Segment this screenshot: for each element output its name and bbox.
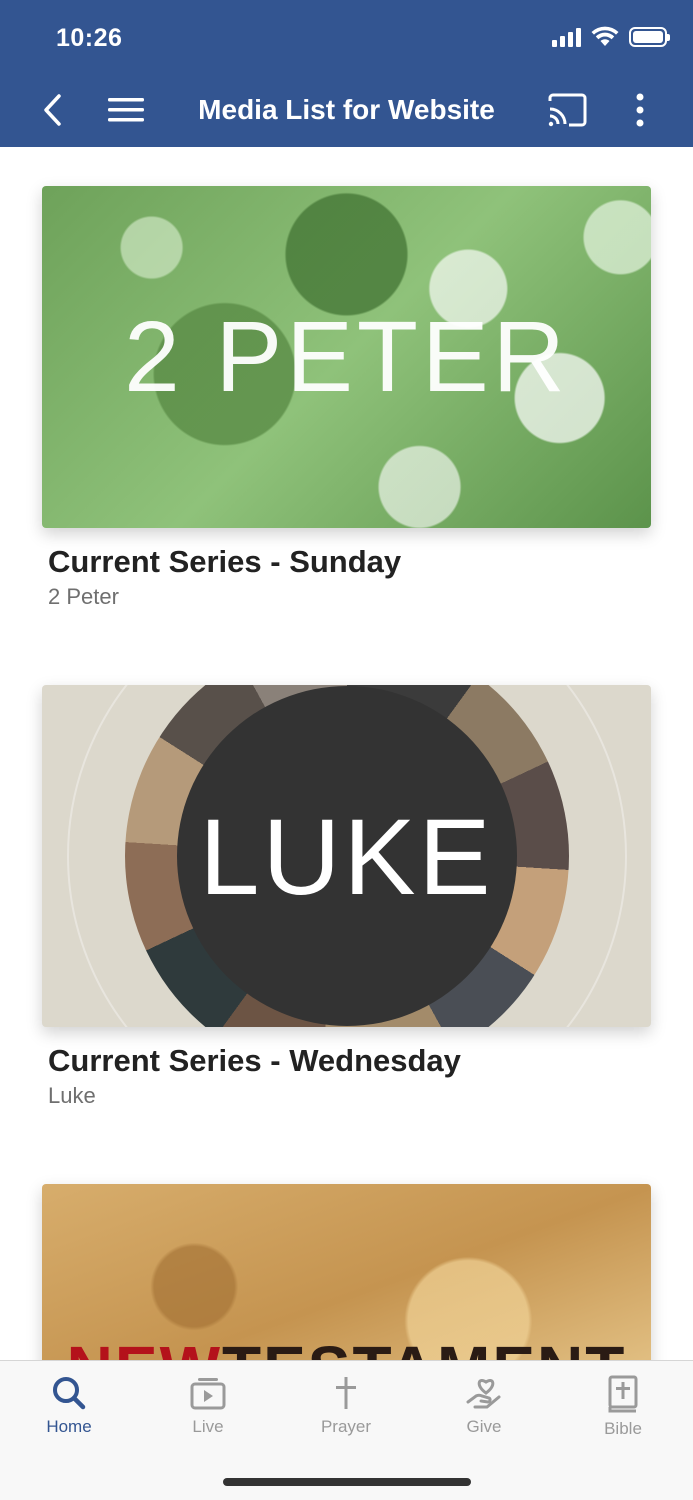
card-subtitle: Luke <box>48 1083 96 1108</box>
cast-icon <box>548 93 587 127</box>
series-artwork[interactable]: LUKE <box>42 685 651 1027</box>
more-vertical-icon <box>636 93 644 127</box>
status-icons <box>552 26 670 48</box>
artwork-title-new: NEW <box>67 1333 222 1360</box>
artwork-title: NEWTESTAMENT <box>42 1332 651 1360</box>
tab-live[interactable]: Live <box>148 1375 268 1437</box>
card-subtitle: 2 Peter <box>48 584 119 609</box>
tab-bible[interactable]: Bible <box>563 1375 683 1439</box>
cast-button[interactable] <box>544 90 590 130</box>
card-title: Current Series - Sunday <box>48 544 402 579</box>
tab-give[interactable]: Give <box>424 1375 544 1437</box>
home-indicator[interactable] <box>223 1478 471 1486</box>
battery-icon <box>629 27 670 47</box>
play-icon <box>190 1378 226 1410</box>
card-title: Current Series - Wednesday <box>48 1043 461 1078</box>
cross-icon <box>336 1377 356 1409</box>
series-artwork[interactable]: 2 PETER <box>42 186 651 528</box>
artwork-title: 2 PETER <box>124 300 569 413</box>
tab-label: Prayer <box>320 1417 372 1436</box>
more-options-button[interactable] <box>624 88 656 132</box>
series-artwork[interactable]: NEWTESTAMENT <box>42 1184 651 1360</box>
app-header: 10:26 Media List for Website <box>0 0 693 147</box>
media-card[interactable]: NEWTESTAMENT <box>42 1184 651 1360</box>
bible-icon <box>608 1375 638 1413</box>
media-list: 2 PETER Current Series - Sunday 2 Peter … <box>0 147 693 1360</box>
search-icon <box>53 1377 86 1410</box>
status-time: 10:26 <box>56 24 123 52</box>
artwork-title: LUKE <box>199 795 494 917</box>
media-card[interactable]: LUKE Current Series - Wednesday Luke <box>42 685 651 1109</box>
media-card[interactable]: 2 PETER Current Series - Sunday 2 Peter <box>42 186 651 610</box>
tab-home[interactable]: Home <box>9 1375 129 1437</box>
wifi-icon <box>591 26 619 46</box>
tab-label: Home <box>46 1417 92 1436</box>
give-heart-hand-icon <box>466 1378 501 1409</box>
nav-bar: Media List for Website <box>0 74 693 146</box>
artwork-title-testament: TESTAMENT <box>222 1333 626 1360</box>
tab-prayer[interactable]: Prayer <box>286 1375 406 1437</box>
cellular-signal-icon <box>552 27 581 47</box>
tab-label: Live <box>192 1417 224 1436</box>
tab-label: Give <box>466 1417 502 1436</box>
tab-label: Bible <box>604 1419 642 1438</box>
